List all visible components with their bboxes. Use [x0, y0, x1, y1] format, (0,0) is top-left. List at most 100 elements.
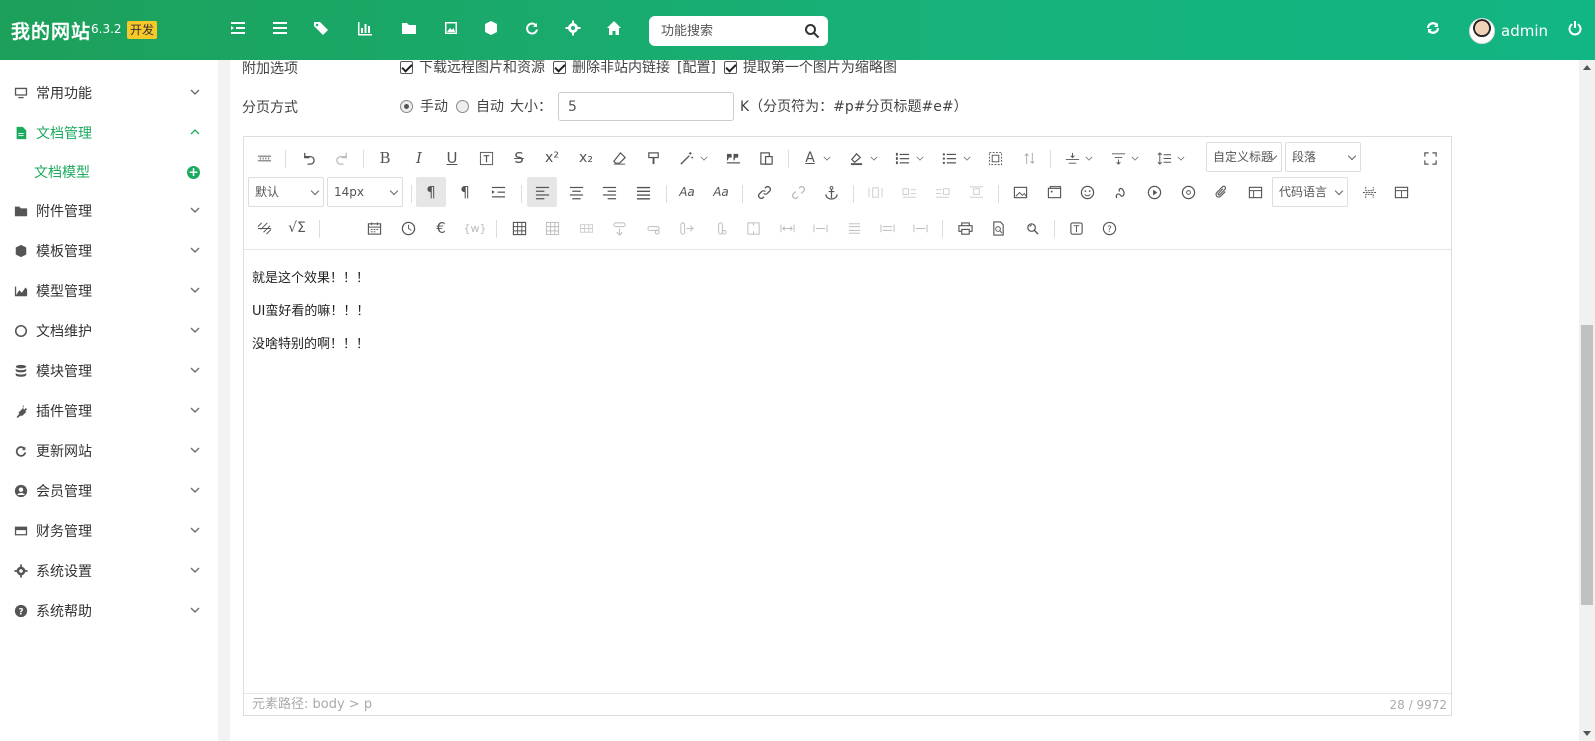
help-icon[interactable]: ? — [1100, 219, 1118, 237]
sidebar-item-templates[interactable]: 模板管理 — [0, 231, 218, 271]
indent-icon[interactable] — [489, 183, 507, 201]
sidebar-item-attachments[interactable]: 附件管理 — [0, 191, 218, 231]
function-search[interactable] — [649, 16, 828, 46]
chevron-down-icon[interactable] — [1085, 149, 1093, 167]
undo-icon[interactable] — [299, 149, 317, 167]
split-rows-icon[interactable] — [878, 219, 896, 237]
site-brand[interactable]: 我的网站 — [11, 17, 91, 44]
drafts-icon[interactable] — [1067, 219, 1085, 237]
list-menu-icon[interactable] — [272, 20, 290, 38]
unordered-list-icon[interactable] — [940, 149, 958, 167]
text-direction-icon[interactable] — [1020, 149, 1038, 167]
paging-auto-radio[interactable] — [456, 99, 469, 113]
text-border-icon[interactable] — [477, 149, 495, 167]
row-spacing-bottom-icon[interactable] — [1109, 149, 1127, 167]
bold-icon[interactable]: B — [376, 149, 394, 167]
multi-image-icon[interactable] — [1045, 183, 1063, 201]
word-image-icon[interactable]: {w} — [464, 219, 487, 237]
power-icon[interactable] — [1567, 20, 1585, 38]
special-chars-icon[interactable]: € — [432, 219, 450, 237]
align-justify-icon[interactable] — [634, 183, 652, 201]
image-icon[interactable] — [443, 20, 461, 38]
music-icon[interactable] — [1179, 183, 1197, 201]
search-replace-icon[interactable] — [1023, 219, 1041, 237]
emotion-icon[interactable] — [1078, 183, 1096, 201]
font-color-icon[interactable]: A — [801, 149, 819, 167]
magic-wand-icon[interactable] — [677, 149, 695, 167]
thumbnail-checkbox[interactable] — [723, 60, 737, 74]
insert-table-icon[interactable] — [510, 219, 528, 237]
underline-icon[interactable]: U — [443, 149, 461, 167]
sidebar-item-update-site[interactable]: 更新网站 — [0, 431, 218, 471]
highlight-icon[interactable] — [847, 149, 865, 167]
split-cols-icon[interactable] — [911, 219, 929, 237]
code-language-dropdown[interactable]: 代码语言 — [1272, 177, 1348, 207]
print-icon[interactable] — [956, 219, 974, 237]
strikethrough-icon[interactable]: S — [510, 149, 528, 167]
link-icon[interactable] — [755, 183, 773, 201]
align-right-icon[interactable] — [600, 183, 618, 201]
sidebar-item-modules[interactable]: 模块管理 — [0, 351, 218, 391]
scrollbar-thumb[interactable] — [1581, 325, 1593, 605]
sidebar-subitem-doc-model[interactable]: 文档模型 + — [0, 153, 218, 191]
user-menu[interactable]: admin — [1469, 18, 1548, 44]
preview-icon[interactable] — [989, 219, 1007, 237]
video-icon[interactable] — [1145, 183, 1163, 201]
formula-icon[interactable]: √Σ — [288, 219, 306, 237]
sidebar-item-members[interactable]: 会员管理 — [0, 471, 218, 511]
delete-table-icon[interactable] — [543, 219, 561, 237]
merge-down-icon[interactable] — [811, 219, 829, 237]
align-center-icon[interactable] — [567, 183, 585, 201]
anchor-icon[interactable] — [822, 183, 840, 201]
blockquote-icon[interactable] — [724, 149, 742, 167]
split-cells-icon[interactable] — [845, 219, 863, 237]
fullscreen-icon[interactable] — [1421, 149, 1439, 167]
sidebar-item-models[interactable]: 模型管理 — [0, 271, 218, 311]
ordered-list-icon[interactable] — [893, 149, 911, 167]
font-family-dropdown[interactable]: 默认 — [248, 177, 324, 207]
chevron-down-icon[interactable] — [1131, 149, 1139, 167]
rtl-paragraph-icon[interactable]: ¶ — [456, 183, 474, 201]
horizontal-rule-icon[interactable] — [255, 219, 273, 237]
page-scrollbar[interactable] — [1579, 60, 1595, 741]
attachment-icon[interactable] — [1212, 183, 1230, 201]
page-size-input[interactable]: 5 — [558, 91, 734, 121]
unlink-icon[interactable] — [789, 183, 807, 201]
delete-row-icon[interactable] — [644, 219, 662, 237]
redo-icon[interactable] — [333, 149, 351, 167]
insert-date-icon[interactable] — [365, 219, 383, 237]
insert-paragraph-table-icon[interactable] — [577, 219, 595, 237]
merge-right-icon[interactable] — [778, 219, 796, 237]
delete-col-icon[interactable] — [711, 219, 729, 237]
cube-icon[interactable] — [483, 20, 501, 38]
insert-image-icon[interactable] — [1011, 183, 1029, 201]
image-none-icon[interactable] — [866, 183, 884, 201]
editor-body[interactable]: 就是这个效果！！！ UI蛮好看的嘛！！！ 没啥特别的啊！！！ — [244, 250, 1451, 373]
sidebar-item-help[interactable]: ? 系统帮助 — [0, 591, 218, 631]
line-height-icon[interactable] — [1155, 149, 1173, 167]
template-icon[interactable] — [1246, 183, 1264, 201]
insert-time-icon[interactable] — [399, 219, 417, 237]
search-input[interactable] — [649, 16, 799, 46]
sidebar-item-common[interactable]: 常用功能 — [0, 73, 218, 113]
row-spacing-top-icon[interactable] — [1063, 149, 1081, 167]
download-remote-checkbox[interactable] — [400, 60, 413, 74]
image-left-icon[interactable] — [900, 183, 918, 201]
scroll-up-arrow-icon[interactable] — [1583, 65, 1591, 70]
bar-chart-icon[interactable] — [357, 20, 375, 38]
indent-menu-icon[interactable] — [230, 20, 248, 38]
add-circle-icon[interactable]: + — [187, 166, 200, 179]
home-icon[interactable] — [606, 20, 624, 38]
pagebreak-icon[interactable] — [1360, 183, 1378, 201]
sidebar-item-settings[interactable]: 系统设置 — [0, 551, 218, 591]
anchor-line-icon[interactable] — [255, 149, 273, 167]
chevron-down-icon[interactable] — [870, 149, 878, 167]
lowercase-icon[interactable]: Aa — [712, 183, 730, 201]
chevron-down-icon[interactable] — [1177, 149, 1185, 167]
insert-col-icon[interactable] — [677, 219, 695, 237]
ltr-paragraph-icon[interactable]: ¶ — [422, 183, 440, 201]
format-painter-icon[interactable] — [644, 149, 662, 167]
chevron-down-icon[interactable] — [700, 149, 708, 167]
uppercase-icon[interactable]: Aa — [678, 183, 696, 201]
sync-icon[interactable] — [1425, 20, 1443, 38]
